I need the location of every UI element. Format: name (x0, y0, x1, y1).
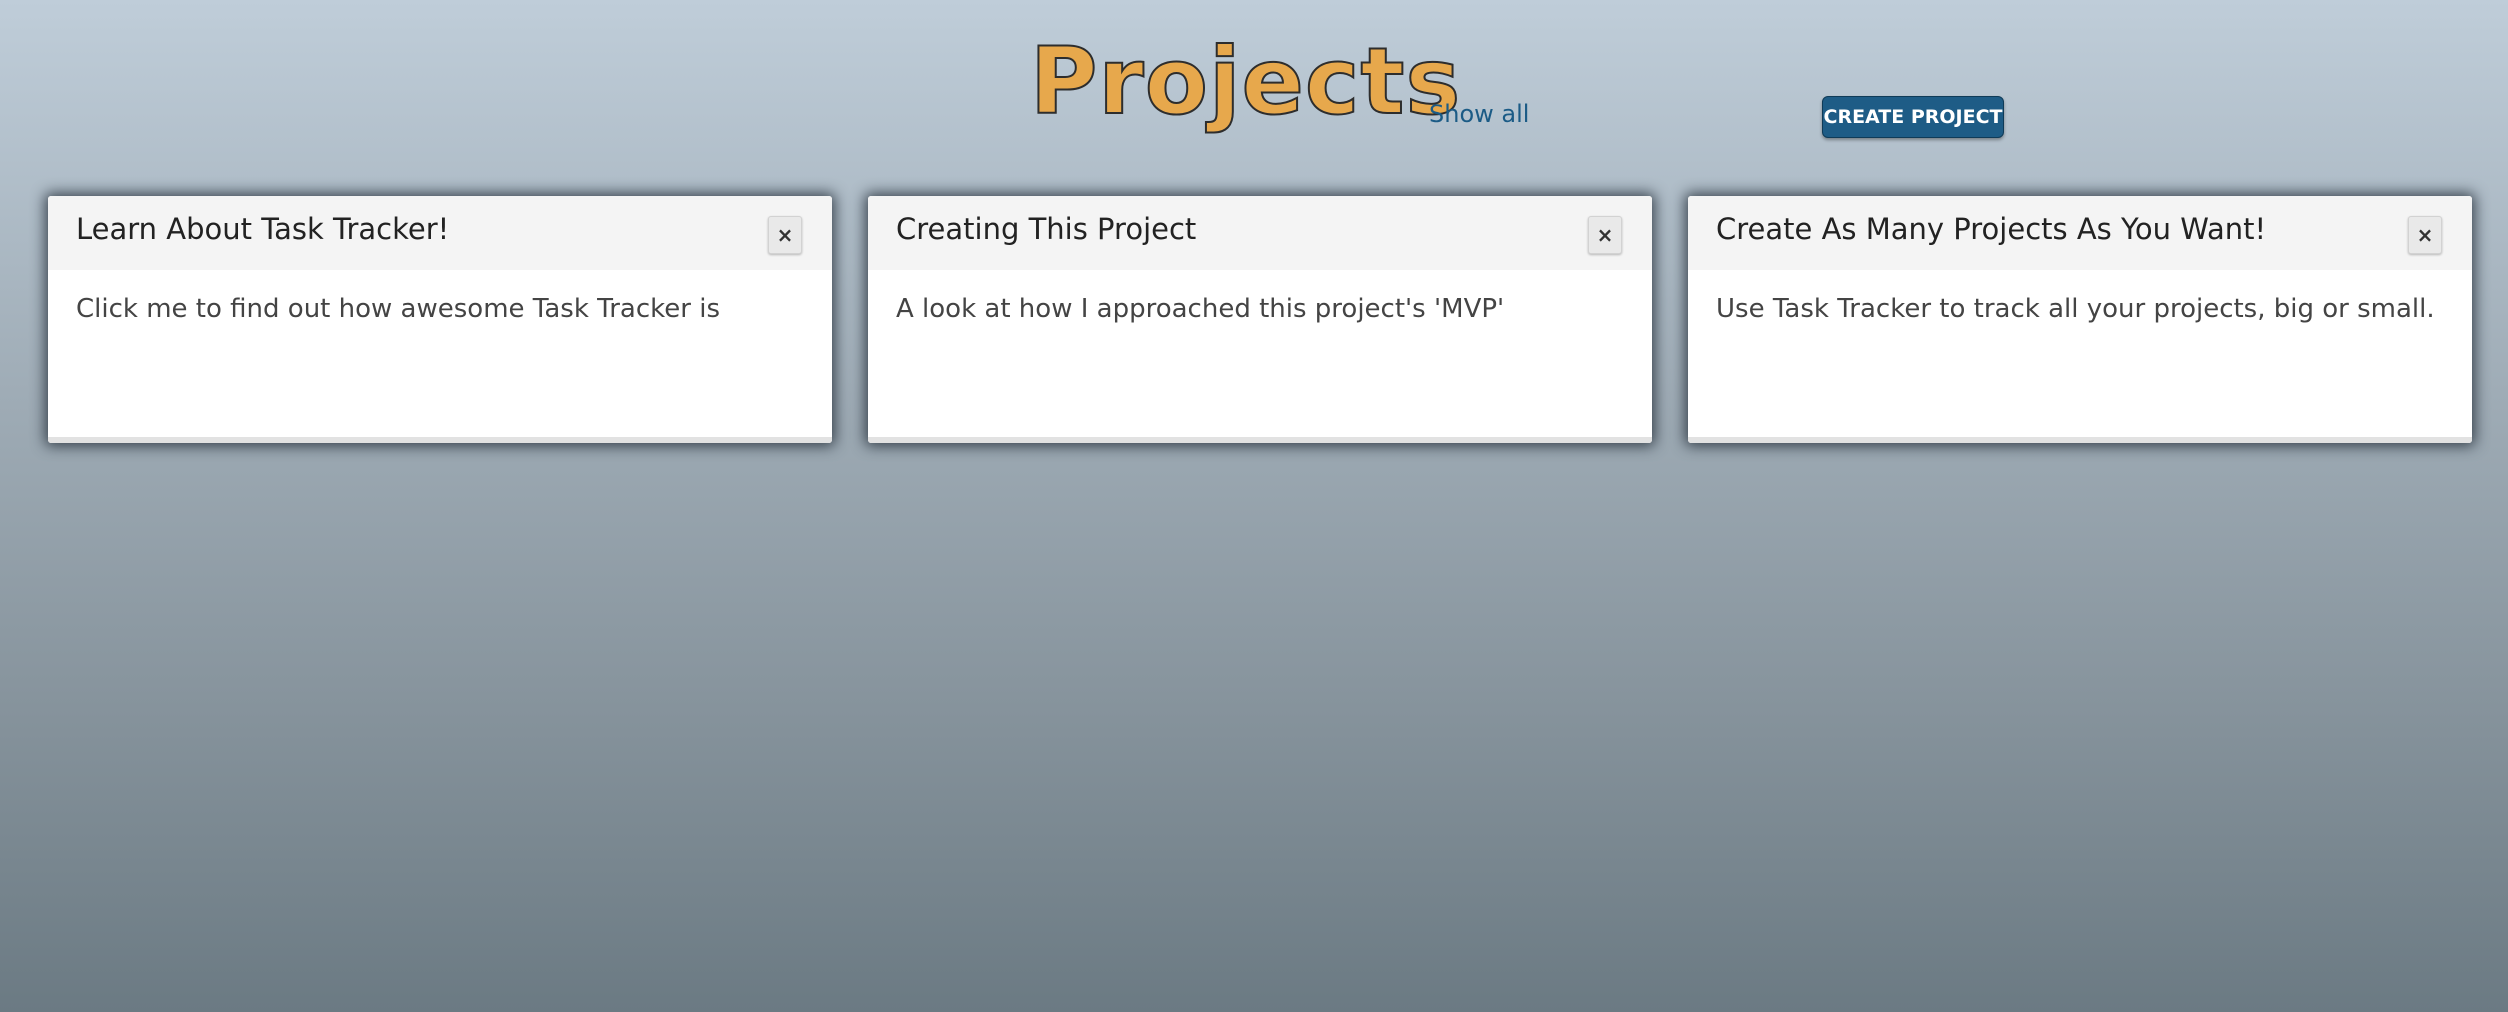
project-card[interactable]: Create As Many Projects As You Want! × U… (1688, 196, 2472, 443)
card-header: Create As Many Projects As You Want! × (1688, 196, 2472, 270)
card-title: Learn About Task Tracker! (76, 212, 450, 246)
page-header: Projects Show all CREATE PROJECT (0, 0, 2508, 160)
card-description: A look at how I approached this project'… (896, 294, 1505, 324)
close-icon[interactable]: × (2408, 216, 2442, 254)
card-footer (868, 437, 1652, 443)
page-title: Projects (1029, 28, 1462, 135)
close-icon[interactable]: × (768, 216, 802, 254)
card-title: Creating This Project (896, 212, 1197, 246)
card-description: Click me to find out how awesome Task Tr… (76, 294, 720, 324)
project-card[interactable]: Learn About Task Tracker! × Click me to … (48, 196, 832, 443)
card-description: Use Task Tracker to track all your proje… (1716, 294, 2435, 324)
card-header: Learn About Task Tracker! × (48, 196, 832, 270)
card-header: Creating This Project × (868, 196, 1652, 270)
create-project-button[interactable]: CREATE PROJECT (1822, 96, 2004, 138)
card-footer (48, 437, 832, 443)
project-cards: Learn About Task Tracker! × Click me to … (48, 196, 2476, 446)
card-title: Create As Many Projects As You Want! (1716, 212, 2267, 246)
project-card[interactable]: Creating This Project × A look at how I … (868, 196, 1652, 443)
close-icon[interactable]: × (1588, 216, 1622, 254)
show-all-link[interactable]: Show all (1429, 100, 1529, 128)
card-footer (1688, 437, 2472, 443)
